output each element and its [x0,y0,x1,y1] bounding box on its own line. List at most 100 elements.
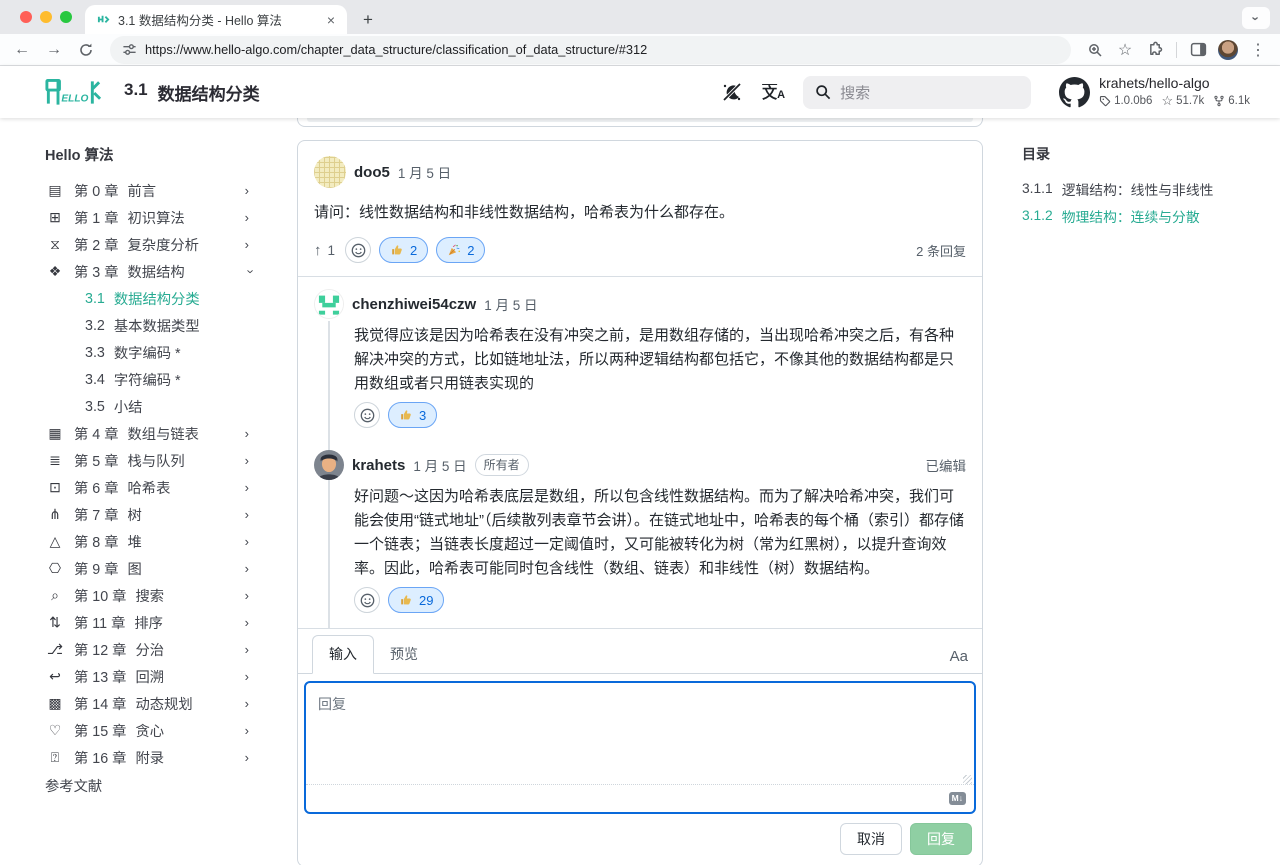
sidebar-item[interactable]: ♡ 第 15 章 贪心 › [45,717,263,744]
site-controls-icon[interactable] [122,42,137,57]
zoom-button[interactable] [1081,36,1109,64]
comment-author[interactable]: chenzhiwei54czw [352,296,476,313]
toc-item-label: 物理结构：连续与分散 [1062,206,1200,226]
star-icon: ☆ [1161,93,1173,109]
sidebar-item[interactable]: 3.5 小结 [45,393,263,420]
toc-item[interactable]: 3.1.2 物理结构：连续与分散 [1022,202,1272,229]
sidebar-item[interactable]: ⎇ 第 12 章 分治 › [45,636,263,663]
comment-thread-card: doo5 1 月 5 日 请问：线性数据结构和非线性数据结构，哈希表为什么都存在… [297,140,983,865]
sidebar-item[interactable]: ⍰ 第 16 章 附录 › [45,744,263,771]
markdown-icon[interactable]: M↓ [949,792,966,805]
sidebar-item-references[interactable]: 参考文献 [45,772,263,799]
add-reaction-button[interactable] [354,587,380,613]
extensions-button[interactable] [1141,36,1169,64]
reaction-pill-party-popper[interactable]: 2 [436,237,485,263]
sidebar-item[interactable]: ⧖ 第 2 章 复杂度分析 › [45,231,263,258]
comment-date[interactable]: 1 月 5 日 [484,294,537,314]
reload-icon [78,42,94,58]
sidebar-item-number: 第 10 章 [74,585,126,606]
bookmark-button[interactable]: ☆ [1111,36,1139,64]
chevron-right-icon: › [245,534,263,549]
avatar[interactable] [314,450,344,480]
chevron-right-icon: › [245,480,263,495]
sidebar-item[interactable]: ⊞ 第 1 章 初识算法 › [45,204,263,231]
search-input[interactable]: 搜索 [803,76,1031,109]
toc-item[interactable]: 3.1.1 逻辑结构：线性与非线性 [1022,175,1272,202]
sidebar-item[interactable]: 3.1 数据结构分类 [45,285,263,312]
chapter-icon: ≣ [45,452,65,469]
chevron-right-icon: › [245,183,263,198]
reaction-pill-thumbs-up[interactable]: 3 [388,402,437,428]
tab-close-icon[interactable]: × [323,12,339,28]
translate-icon[interactable]: 文A [762,82,785,103]
sidebar-item[interactable]: ⋔ 第 7 章 树 › [45,501,263,528]
add-reaction-button[interactable] [354,402,380,428]
minimize-window-button[interactable] [40,11,52,23]
tab-search-button[interactable]: › [1242,7,1270,29]
tab-write[interactable]: 输入 [312,635,374,674]
toc-title: 目录 [1022,144,1272,164]
sidebar-item[interactable]: ↩ 第 13 章 回溯 › [45,663,263,690]
profile-button[interactable] [1214,36,1242,64]
comment-date[interactable]: 1 月 5 日 [413,455,466,475]
sidebar-item[interactable]: ❖ 第 3 章 数据结构 › [45,258,263,285]
cancel-button[interactable]: 取消 [840,823,902,855]
repo-forks: 6.1k [1213,95,1250,107]
sidebar-item[interactable]: ▤ 第 0 章 前言 › [45,177,263,204]
sidebar-item[interactable]: 3.2 基本数据类型 [45,312,263,339]
repo-version-text: 1.0.0b6 [1114,95,1152,107]
comment-author[interactable]: krahets [352,457,405,474]
reaction-pill-thumbs-up[interactable]: 2 [379,237,428,263]
zoom-window-button[interactable] [60,11,72,23]
repo-stars-text: 51.7k [1176,95,1204,107]
sidebar-item[interactable]: ⌕ 第 10 章 搜索 › [45,582,263,609]
sidebar-item[interactable]: ≣ 第 5 章 栈与队列 › [45,447,263,474]
upvote-button[interactable]: ↑ 1 [314,242,335,259]
sidebar-item-label: 贪心 [135,720,164,741]
sidebar-item[interactable]: ▩ 第 14 章 动态规划 › [45,690,263,717]
tab-title: 3.1 数据结构分类 - Hello 算法 [118,10,315,29]
sidebar-item[interactable]: ⎔ 第 9 章 图 › [45,555,263,582]
new-tab-button[interactable]: + [355,7,381,33]
chapter-icon: ⋔ [45,506,65,523]
sidebar-item-number: 第 14 章 [74,693,126,714]
reply-textarea[interactable]: 回复 M↓ [304,681,976,814]
side-panel-button[interactable] [1184,36,1212,64]
close-window-button[interactable] [20,11,32,23]
reload-button[interactable] [72,36,100,64]
replies-list: chenzhiwei54czw 1 月 5 日 我觉得应该是因为哈希表在没有冲突… [298,277,982,628]
text-format-icon[interactable]: Aa [950,648,968,673]
theme-toggle-icon[interactable] [720,80,744,104]
comment-date[interactable]: 1 月 5 日 [398,162,451,182]
sidebar-item[interactable]: ▦ 第 4 章 数组与链表 › [45,420,263,447]
sidebar-item[interactable]: 3.3 数字编码 * [45,339,263,366]
chevron-right-icon: › [245,696,263,711]
sidebar-item[interactable]: ⇅ 第 11 章 排序 › [45,609,263,636]
avatar[interactable] [314,156,346,188]
sidebar-item[interactable]: △ 第 8 章 堆 › [45,528,263,555]
replies-count-label: 2 条回复 [916,241,966,260]
add-reaction-button[interactable] [345,237,371,263]
address-bar[interactable]: https://www.hello-algo.com/chapter_data_… [110,36,1071,64]
back-button[interactable]: ← [8,36,36,64]
comment-author[interactable]: doo5 [354,164,390,181]
browser-tab[interactable]: 3.1 数据结构分类 - Hello 算法 × [85,5,347,34]
sidebar-item-number: 第 5 章 [74,450,119,471]
reaction-count: 2 [467,243,474,258]
reply-submit-button[interactable]: 回复 [910,823,972,855]
hello-algo-logo[interactable]: ELLO [44,77,102,107]
forward-button[interactable]: → [40,36,68,64]
github-repo-link[interactable]: krahets/hello-algo 1.0.0b6 ☆ 51.7k [1059,75,1250,109]
url-text: https://www.hello-algo.com/chapter_data_… [145,42,647,57]
avatar[interactable] [314,289,344,319]
reaction-count: 29 [419,593,433,608]
sidebar-item[interactable]: 3.4 字符编码 * [45,366,263,393]
sidebar-item-number: 第 6 章 [74,477,119,498]
sidebar-item[interactable]: ⊡ 第 6 章 哈希表 › [45,474,263,501]
resize-handle[interactable] [963,775,972,784]
window-controls[interactable] [20,11,72,23]
reaction-pill-thumbs-up[interactable]: 29 [388,587,444,613]
tab-preview[interactable]: 预览 [374,636,434,673]
browser-menu-button[interactable]: ⋮ [1244,36,1272,64]
sidebar-item-label: 基本数据类型 [114,315,200,336]
